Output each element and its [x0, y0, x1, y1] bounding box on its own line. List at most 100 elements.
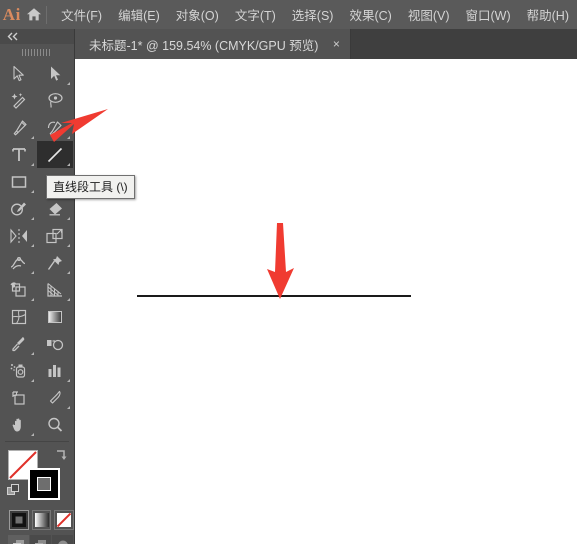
reflect-rotate-icon — [10, 227, 27, 244]
magnifier-icon — [48, 417, 63, 432]
menu-item-window[interactable]: 窗口(W) — [458, 1, 519, 28]
flyout-indicator — [67, 406, 70, 409]
line-segment-tool[interactable] — [37, 141, 73, 168]
curvature-pen-icon — [47, 120, 62, 135]
stroke-swatch-center — [37, 477, 51, 491]
home-icon-glyph — [27, 8, 42, 21]
gradient-mode-button[interactable] — [31, 510, 52, 530]
lasso-icon — [47, 92, 63, 108]
artboard-tool[interactable] — [1, 384, 37, 411]
magic-wand-tool[interactable] — [1, 87, 37, 114]
draw-behind-icon — [34, 539, 46, 544]
eyedropper-tool[interactable] — [1, 330, 37, 357]
mesh-icon — [11, 309, 27, 324]
pen-nib-icon — [13, 119, 27, 135]
perspective-grid-tool[interactable] — [37, 276, 73, 303]
shaper-tool[interactable] — [1, 195, 37, 222]
home-icon[interactable] — [24, 0, 45, 29]
gradient-icon — [48, 310, 62, 323]
double-chevron-left-glyph — [7, 32, 18, 41]
flyout-indicator — [31, 190, 34, 193]
none-mode-button[interactable] — [54, 510, 75, 530]
flyout-indicator — [67, 136, 70, 139]
menu-item-edit[interactable]: 编辑(E) — [110, 1, 168, 28]
flyout-indicator — [31, 352, 34, 355]
tool-tooltip: 直线段工具 (\) — [46, 175, 135, 199]
tools-panel — [0, 29, 75, 544]
free-transform-tool[interactable] — [37, 249, 73, 276]
menu-item-effect[interactable]: 效果(C) — [341, 1, 399, 28]
rotate-tool[interactable] — [1, 222, 37, 249]
canvas-area[interactable] — [75, 59, 577, 544]
rectangle-tool[interactable] — [1, 168, 37, 195]
hand-tool[interactable] — [1, 411, 37, 438]
color-mode-button[interactable] — [9, 510, 29, 530]
menu-item-help[interactable]: 帮助(H) — [519, 1, 577, 28]
flyout-indicator — [31, 379, 34, 382]
draw-inside-icon — [57, 540, 68, 544]
menu-item-object[interactable]: 对象(O) — [168, 1, 227, 28]
draw-normal-button[interactable] — [8, 535, 29, 544]
panel-drag-grip-dots — [22, 48, 52, 56]
tool-grid — [0, 60, 74, 438]
pen-tool[interactable] — [1, 114, 37, 141]
symbol-sprayer-tool[interactable] — [1, 357, 37, 384]
gradient-tool[interactable] — [37, 303, 73, 330]
document-tab-title: 未标题-1* @ 159.54% (CMYK/GPU 预览) — [89, 38, 319, 53]
flyout-indicator — [31, 163, 34, 166]
flyout-indicator — [67, 271, 70, 274]
solid-color-icon — [11, 513, 26, 527]
lasso-tool[interactable] — [37, 87, 73, 114]
draw-normal-icon — [12, 539, 24, 544]
magic-wand-icon — [11, 92, 25, 109]
mesh-tool[interactable] — [1, 303, 37, 330]
swap-fill-stroke-icon[interactable] — [54, 448, 68, 462]
eraser-icon — [49, 202, 62, 215]
menu-item-list: 文件(F) 编辑(E) 对象(O) 文字(T) 选择(S) 效果(C) 视图(V… — [53, 1, 577, 28]
color-mode-buttons — [0, 506, 75, 530]
menu-item-select[interactable]: 选择(S) — [284, 1, 342, 28]
zoom-tool[interactable] — [37, 411, 73, 438]
document-tab[interactable]: 未标题-1* @ 159.54% (CMYK/GPU 预览) × — [75, 29, 352, 59]
flyout-indicator — [31, 433, 34, 436]
flyout-indicator — [31, 298, 34, 301]
none-slash-icon — [57, 513, 72, 527]
slice-tool[interactable] — [37, 384, 73, 411]
panel-drag-grip[interactable] — [0, 44, 74, 60]
flyout-indicator — [31, 271, 34, 274]
close-icon[interactable]: × — [330, 38, 342, 50]
type-tool[interactable] — [1, 141, 37, 168]
curvature-tool[interactable] — [37, 114, 73, 141]
shape-builder-icon — [10, 281, 26, 297]
flyout-indicator — [67, 82, 70, 85]
symbol-sprayer-icon — [10, 363, 26, 378]
draw-mode-buttons — [0, 530, 74, 544]
menu-item-file[interactable]: 文件(F) — [53, 1, 110, 28]
draw-inside-button[interactable] — [52, 535, 73, 544]
menu-item-type[interactable]: 文字(T) — [227, 1, 284, 28]
width-tool[interactable] — [1, 249, 37, 276]
app-logo: Ai — [2, 4, 21, 24]
selection-tool[interactable] — [1, 60, 37, 87]
flyout-indicator — [67, 163, 70, 166]
flyout-indicator — [67, 217, 70, 220]
direct-selection-tool[interactable] — [37, 60, 73, 87]
scale-transform-icon — [46, 228, 63, 243]
double-chevron-left-icon[interactable] — [0, 29, 74, 44]
default-colors-glyph — [7, 484, 19, 495]
bar-graph-icon — [48, 364, 61, 377]
scale-tool[interactable] — [37, 222, 73, 249]
blend-tool[interactable] — [37, 330, 73, 357]
slice-knife-icon — [49, 390, 61, 404]
shape-builder-tool[interactable] — [1, 276, 37, 303]
eraser-tool[interactable] — [37, 195, 73, 222]
menu-item-view[interactable]: 视图(V) — [400, 1, 458, 28]
draw-behind-button[interactable] — [30, 535, 51, 544]
type-t-icon — [12, 147, 26, 161]
default-fill-stroke-icon[interactable] — [7, 484, 20, 497]
stroke-swatch[interactable] — [28, 468, 60, 500]
pushpin-free-transform-icon — [47, 255, 62, 270]
column-graph-tool[interactable] — [37, 357, 73, 384]
drawn-straight-line[interactable] — [137, 295, 411, 297]
flyout-indicator — [67, 379, 70, 382]
